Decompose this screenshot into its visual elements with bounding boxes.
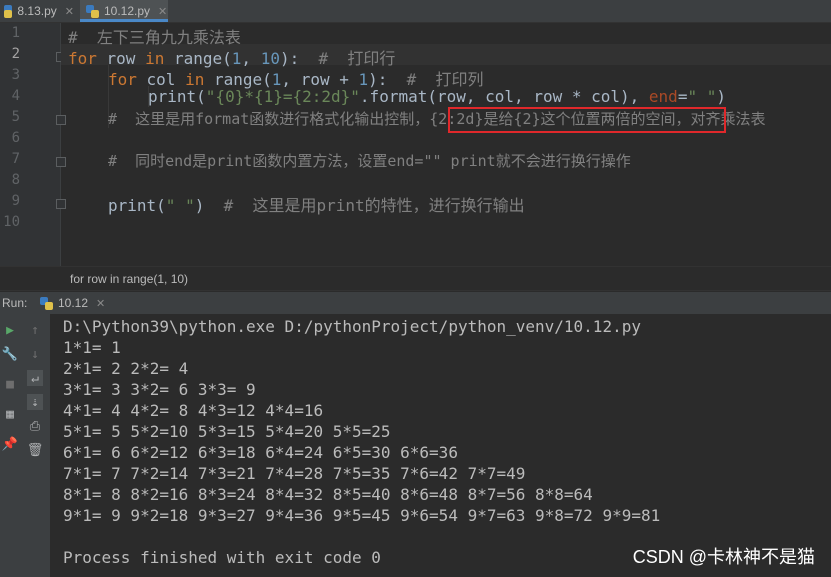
run-tool-window-header: Run: 10.12 ✕ <box>0 292 831 314</box>
editor-tab-bar: 8.13.py ✕ 10.12.py ✕ <box>0 0 831 23</box>
console-line: 9*1= 9 9*2=18 9*3=27 9*4=36 9*5=45 9*6=5… <box>63 506 661 525</box>
line-number: 1 <box>11 25 20 41</box>
console-line: 4*1= 4 4*2= 8 4*3=12 4*4=16 <box>63 401 324 420</box>
code-token: print( <box>108 196 166 215</box>
line-number-gutter: 1 2 3 4 5 6 7 8 9 10 <box>0 23 66 266</box>
arrow-down-icon[interactable]: ↓ <box>27 346 43 362</box>
tab-10-12-py[interactable]: 10.12.py ✕ <box>80 0 168 22</box>
console-line: D:\Python39\python.exe D:/pythonProject/… <box>63 317 641 336</box>
console-line: 6*1= 6 6*2=12 6*3=18 6*4=24 6*5=30 6*6=3… <box>63 443 458 462</box>
wrench-icon[interactable]: 🔧 <box>2 346 18 362</box>
line-number: 3 <box>11 67 20 83</box>
code-token: = <box>677 87 688 106</box>
console-line: 1*1= 1 <box>63 338 121 357</box>
fold-marker-icon[interactable] <box>56 157 66 167</box>
run-label: Run: <box>2 296 28 310</box>
breadcrumb[interactable]: for row in range(1, 10) <box>0 266 831 291</box>
line-number: 4 <box>11 88 20 104</box>
run-tab-10-12[interactable]: 10.12 ✕ <box>40 292 105 314</box>
python-file-icon <box>86 4 99 18</box>
comment: # 同时end是print函数内置方法，设置end="" print就不会进行换… <box>108 152 631 170</box>
python-run-icon <box>40 292 58 314</box>
code-line-7: # 同时end是print函数内置方法，设置end="" print就不会进行换… <box>108 150 631 171</box>
keyword-argument: end <box>648 87 678 106</box>
highlight-box <box>448 107 726 133</box>
pin-icon[interactable]: 📌 <box>2 436 18 452</box>
print-icon[interactable]: ⎙ <box>27 418 43 434</box>
console-line: 2*1= 2 2*2= 4 <box>63 359 189 378</box>
trash-icon[interactable]: 🗑 <box>27 442 44 458</box>
console-line: 3*1= 3 3*2= 6 3*3= 9 <box>63 380 256 399</box>
console-line: 7*1= 7 7*2=14 7*3=21 7*4=28 7*5=35 7*6=4… <box>63 464 526 483</box>
code-token: ) <box>716 87 726 106</box>
code-token: .format(row, col, row * col), <box>359 87 649 106</box>
run-console-output[interactable]: D:\Python39\python.exe D:/pythonProject/… <box>50 314 831 577</box>
soft-wrap-icon[interactable]: ↵ <box>27 370 43 386</box>
console-line: 8*1= 8 8*2=16 8*3=24 8*4=32 8*5=40 8*6=4… <box>63 485 593 504</box>
tab-label: 8.13.py <box>17 4 57 18</box>
watermark: CSDN @卡林神不是猫 <box>632 547 815 567</box>
python-file-icon <box>4 4 13 18</box>
code-token: ) <box>194 196 224 215</box>
close-icon[interactable]: ✕ <box>158 5 167 18</box>
string: " " <box>687 87 717 106</box>
stop-icon[interactable]: ■ <box>2 376 18 392</box>
string: "{0}*{1}={2:2d}" <box>205 87 360 106</box>
run-toolbar: ▶ ↑ 🔧 ↓ ■ ↵ ⇣ ▦ ⎙ 📌 🗑 <box>0 314 50 577</box>
console-line: Process finished with exit code 0 <box>63 548 381 567</box>
tab-label: 10.12.py <box>104 4 151 18</box>
tab-8-13-py[interactable]: 8.13.py ✕ <box>4 0 74 22</box>
line-number: 9 <box>11 193 20 209</box>
code-line-4: print("{0}*{1}={2:2d}".format(row, col, … <box>148 87 726 106</box>
code-editor[interactable]: 1 2 3 4 5 6 7 8 9 10 # 左下三角九九乘法表 for row… <box>0 23 831 266</box>
line-number: 7 <box>11 151 20 167</box>
arrow-up-icon[interactable]: ↑ <box>27 322 43 338</box>
line-number: 6 <box>11 130 20 146</box>
comment: # 这里是用print的特性，进行换行输出 <box>223 196 525 215</box>
code-token: print( <box>148 87 206 106</box>
keyword: for <box>108 70 137 89</box>
run-icon[interactable]: ▶ <box>2 322 18 338</box>
run-tab-label: 10.12 <box>58 296 89 310</box>
console-line: 5*1= 5 5*2=10 5*3=15 5*4=20 5*5=25 <box>63 422 391 441</box>
python-file-icon <box>40 296 53 310</box>
code-line-9: print(" ") # 这里是用print的特性，进行换行输出 <box>108 192 525 216</box>
fold-marker-icon[interactable] <box>56 199 66 209</box>
close-icon[interactable]: ✕ <box>96 297 105 310</box>
line-number: 5 <box>11 109 20 125</box>
keyword: for <box>68 49 97 68</box>
close-icon[interactable]: ✕ <box>65 5 74 18</box>
fold-marker-icon[interactable] <box>56 115 66 125</box>
breadcrumb-text: for row in range(1, 10) <box>70 271 189 286</box>
line-number: 10 <box>3 214 20 230</box>
line-number: 2 <box>11 46 20 62</box>
layout-icon[interactable]: ▦ <box>2 406 18 422</box>
string: " " <box>165 196 195 215</box>
scroll-to-end-icon[interactable]: ⇣ <box>27 394 43 410</box>
line-number: 8 <box>11 172 20 188</box>
